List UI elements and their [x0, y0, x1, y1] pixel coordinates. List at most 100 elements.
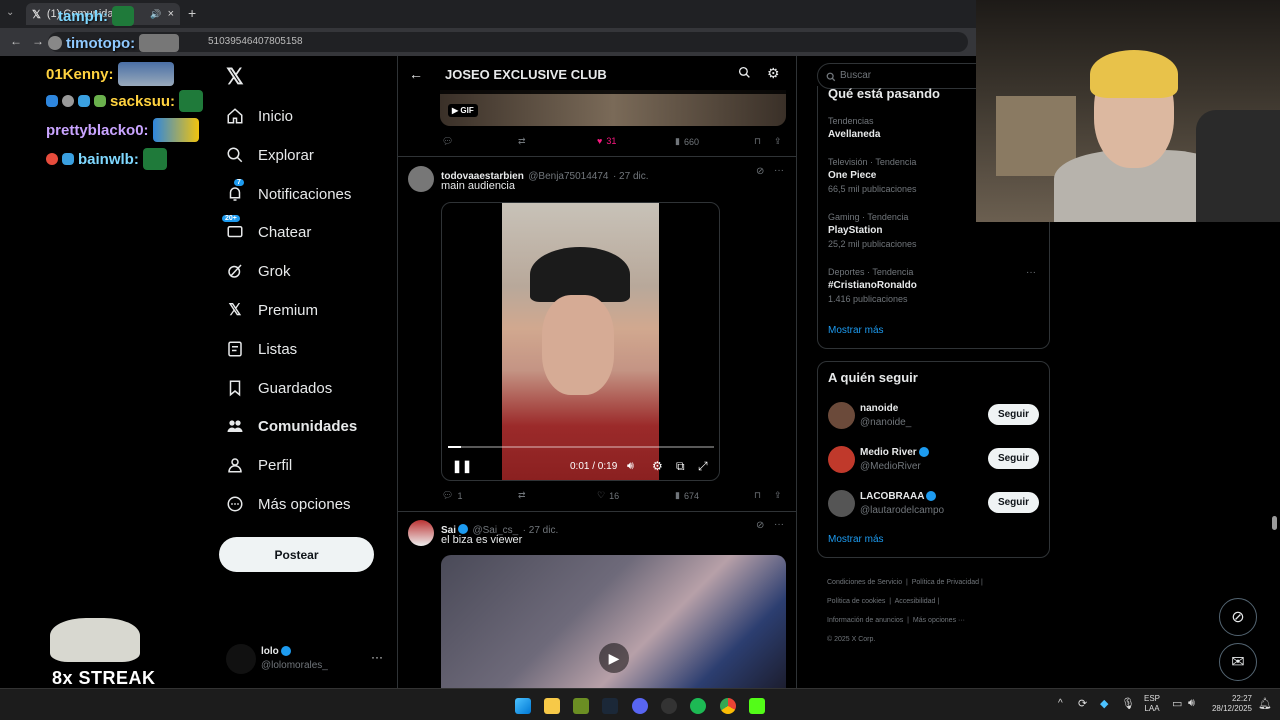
follow-suggestion[interactable]: Medio River @MedioRiver Seguir — [818, 444, 1051, 478]
views-button[interactable]: ▮ 674 — [675, 490, 699, 501]
gif-media[interactable]: ▶ GIF — [440, 90, 786, 126]
discord-icon[interactable] — [632, 698, 648, 714]
video-thumbnail[interactable]: ▶ — [441, 555, 786, 688]
post-button[interactable]: Postear — [219, 537, 374, 572]
app-icon[interactable] — [573, 698, 589, 714]
grok-floating-button[interactable]: ⊘ — [1219, 598, 1257, 636]
sync-icon[interactable]: ⟳ — [1078, 697, 1087, 710]
follow-button[interactable]: Seguir — [988, 492, 1039, 513]
mic-icon[interactable]: 🎙︎ — [1121, 697, 1135, 710]
messages-floating-button[interactable]: ✉ — [1219, 643, 1257, 681]
sidebar-item-grok[interactable]: Grok — [226, 256, 291, 286]
video-player[interactable]: ❚❚ 0:01 / 0:19 🔊︎ ⚙ ⧉ ⤢ — [441, 202, 720, 481]
volume-icon[interactable]: 🔊︎ — [627, 460, 634, 473]
avatar[interactable] — [408, 520, 434, 546]
repost-button[interactable]: ⇄ — [518, 136, 530, 147]
repost-button[interactable]: ⇄ — [518, 490, 530, 501]
more-dots-icon[interactable]: ··· — [371, 650, 383, 664]
footer-link[interactable]: Accesibilidad — [895, 598, 936, 605]
reply-button[interactable]: 💬︎ — [442, 136, 457, 147]
video-progress-track[interactable] — [448, 446, 714, 448]
follow-suggestion[interactable]: LACOBRAAA @lautarodelcampo Seguir — [818, 488, 1051, 522]
reply-button[interactable]: 💬︎ 1 — [442, 490, 462, 501]
audio-icon[interactable]: 🔊 — [150, 9, 161, 20]
kick-icon[interactable] — [749, 698, 765, 714]
views-button[interactable]: ▮ 660 — [675, 136, 699, 147]
settings-gear-icon[interactable]: ⚙ — [767, 65, 780, 82]
footer-link[interactable]: Condiciones de Servicio — [827, 579, 902, 586]
pip-icon[interactable]: ⧉ — [676, 459, 685, 474]
suggestion-handle: @lautarodelcampo — [860, 505, 945, 516]
sidebar-item-comunidades[interactable]: Comunidades — [226, 411, 357, 441]
more-dots-icon[interactable]: ··· — [1026, 267, 1036, 278]
obs-icon[interactable] — [661, 698, 677, 714]
trend-item[interactable]: Gaming · Tendencia PlayStation 25,2 mil … — [828, 212, 917, 249]
close-tab-icon[interactable]: × — [168, 8, 174, 20]
account-switcher[interactable]: lolo @lolomorales_ ··· — [226, 644, 396, 676]
file-explorer-icon[interactable] — [544, 698, 560, 714]
share-icon[interactable]: ⇪ — [774, 490, 782, 501]
page-scrollbar[interactable] — [1272, 516, 1277, 530]
sidebar-item-premium[interactable]: 𝕏 Premium — [226, 295, 318, 325]
bookmark-icon[interactable]: ⊓ — [754, 490, 761, 501]
show-more-link[interactable]: Mostrar más — [828, 325, 884, 336]
play-icon[interactable]: ▶ — [599, 643, 629, 673]
sidebar-item-notificaciones[interactable]: 7 Notificaciones — [226, 179, 351, 209]
steam-icon[interactable] — [602, 698, 618, 714]
sidebar-item-explorar[interactable]: Explorar — [226, 140, 314, 170]
tweet-handle[interactable]: @Benja75014474 — [528, 171, 608, 182]
trend-item[interactable]: Televisión · Tendencia One Piece 66,5 mi… — [828, 157, 917, 194]
spotify-icon[interactable] — [690, 698, 706, 714]
show-more-link[interactable]: Mostrar más — [828, 534, 884, 545]
fullscreen-icon[interactable]: ⤢ — [698, 459, 708, 474]
back-arrow-icon[interactable]: ← — [409, 66, 423, 82]
footer-link[interactable]: Información de anuncios — [827, 617, 903, 624]
sidebar-item-listas[interactable]: Listas — [226, 334, 297, 364]
more-dots-icon[interactable]: ··· — [774, 519, 784, 530]
network-icon[interactable]: ▭ — [1172, 697, 1182, 710]
trend-item[interactable]: Deportes · Tendencia #CristianoRonaldo 1… — [828, 267, 1038, 304]
tweet-date[interactable]: · 27 dic. — [523, 525, 559, 536]
trend-item[interactable]: Tendencias Avellaneda — [828, 116, 880, 140]
new-tab-button[interactable]: + — [188, 5, 196, 21]
video-settings-icon[interactable]: ⚙ — [652, 459, 663, 473]
chat-username: timotopo: — [66, 34, 136, 52]
follow-button[interactable]: Seguir — [988, 448, 1039, 469]
share-icon[interactable]: ⇪ — [774, 136, 782, 147]
back-icon[interactable]: ← — [10, 34, 22, 48]
volume-icon[interactable]: 🔊︎ — [1188, 697, 1195, 710]
sidebar-item-inicio[interactable]: Inicio — [226, 101, 293, 131]
defender-icon[interactable]: ◆ — [1100, 697, 1108, 710]
chrome-icon[interactable] — [720, 698, 736, 714]
tab-list-icon[interactable]: ⌄ — [6, 7, 20, 21]
grok-explain-icon[interactable]: ⊘ — [756, 166, 764, 177]
sidebar-item-guardados[interactable]: Guardados — [226, 373, 332, 403]
grok-explain-icon[interactable]: ⊘ — [756, 520, 764, 531]
windows-start-icon[interactable] — [515, 698, 531, 714]
footer-link[interactable]: Política de cookies — [827, 598, 885, 605]
x-logo-icon[interactable]: 𝕏 — [226, 64, 244, 90]
clock[interactable]: 22:27 28/12/2025 — [1206, 694, 1252, 714]
bookmark-icon[interactable]: ⊓ — [754, 136, 761, 147]
badge-icon — [62, 95, 74, 107]
footer-link[interactable]: Más opciones ··· — [913, 617, 965, 624]
search-icon[interactable] — [738, 66, 751, 84]
avatar[interactable] — [408, 166, 434, 192]
like-button[interactable]: ♡ 16 — [597, 490, 619, 501]
forward-icon[interactable]: → — [32, 34, 44, 48]
emote-icon — [142, 148, 167, 170]
more-dots-icon[interactable]: ··· — [774, 165, 784, 176]
sidebar-item-perfil[interactable]: Perfil — [226, 450, 292, 480]
follow-suggestion[interactable]: nanoide @nanoide_ Seguir — [818, 400, 1051, 434]
sidebar-item-mas-opciones[interactable]: Más opciones — [226, 489, 351, 519]
tweet-date[interactable]: · 27 dic. — [613, 171, 649, 182]
footer-link[interactable]: Política de Privacidad — [912, 579, 979, 586]
like-button[interactable]: ♥ 31 — [597, 136, 616, 146]
notification-bell-icon[interactable]: 🔔︎ — [1258, 697, 1272, 710]
url-field[interactable]: 51039546407805158 — [48, 32, 968, 52]
follow-button[interactable]: Seguir — [988, 404, 1039, 425]
tray-overflow-icon[interactable]: ^ — [1058, 698, 1063, 709]
sidebar-item-chatear[interactable]: 20+ Chatear — [222, 215, 311, 247]
pause-icon[interactable]: ❚❚ — [452, 459, 472, 473]
language-indicator[interactable]: ESP LAA — [1144, 694, 1160, 714]
